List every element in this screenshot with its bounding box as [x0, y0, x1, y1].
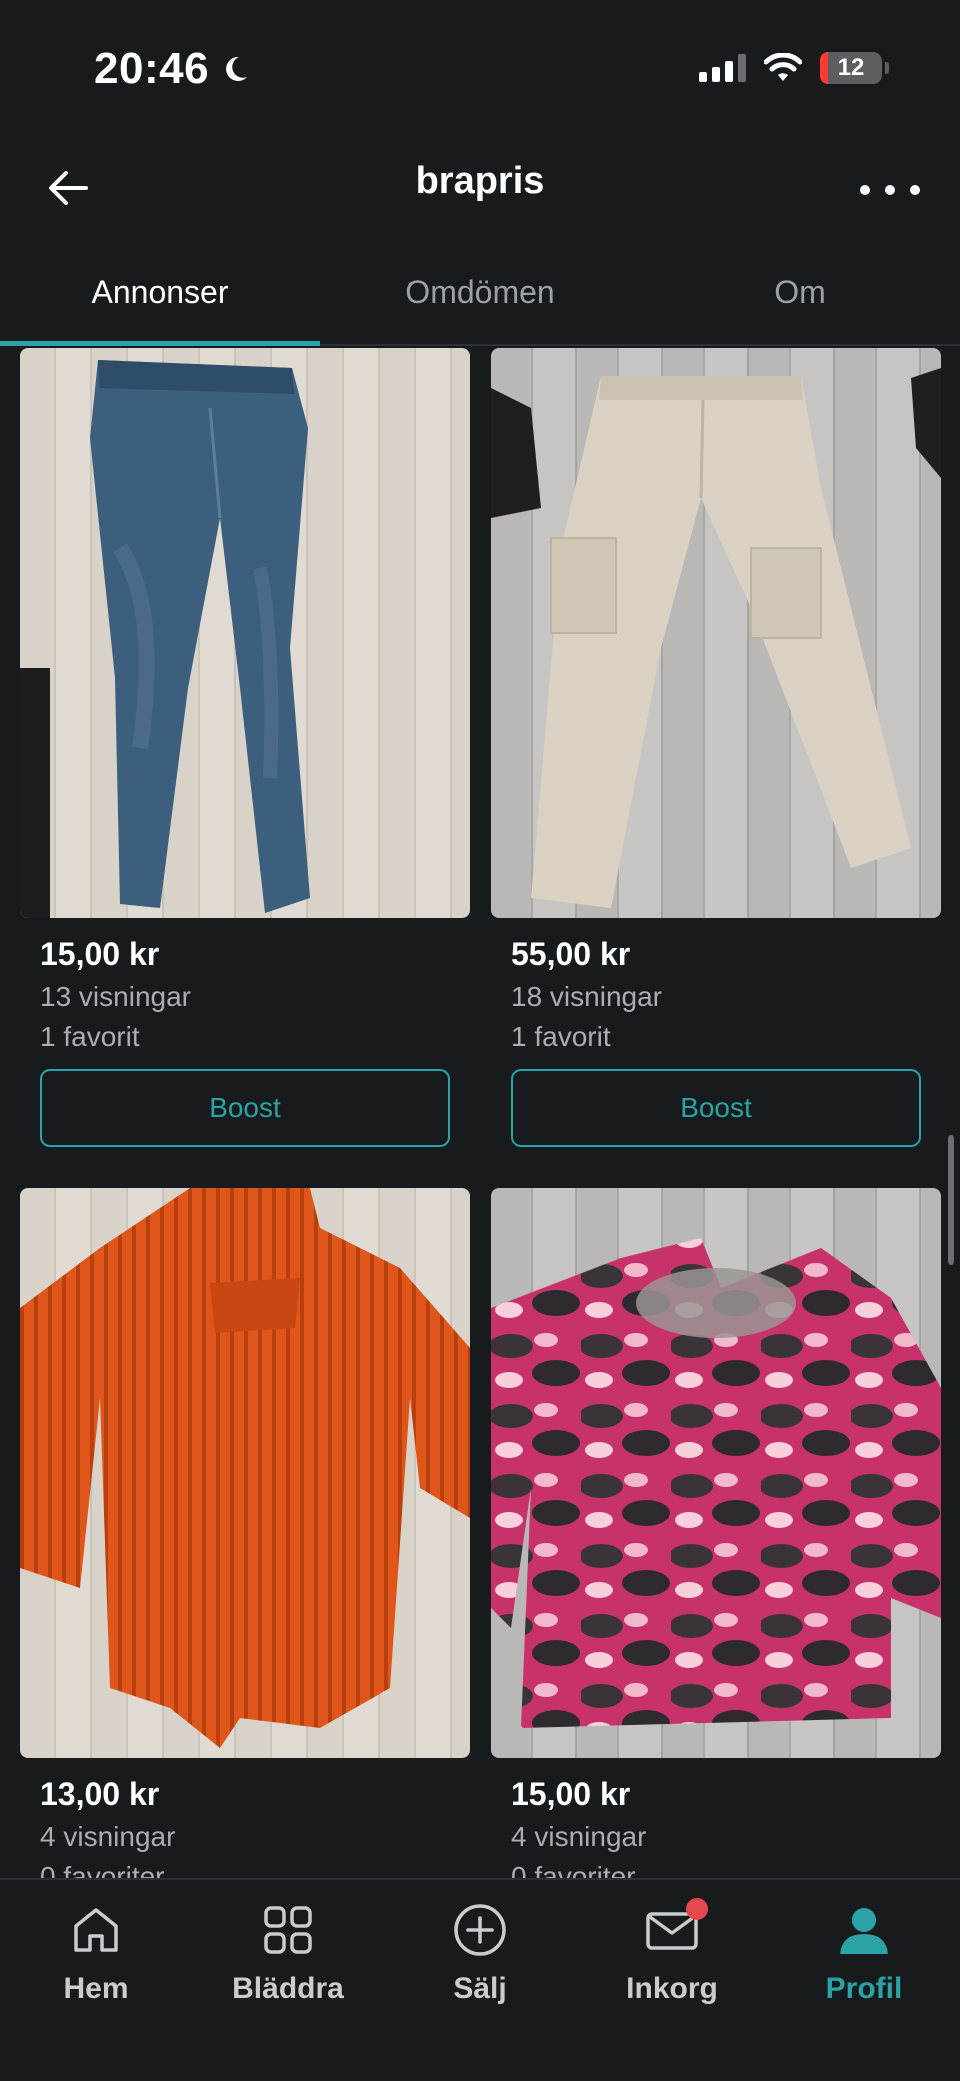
cargo-pants-image [491, 368, 941, 908]
nav-label: Bläddra [232, 1972, 344, 2005]
listing-views: 4 visningar [40, 1821, 176, 1852]
battery-indicator: 12 [820, 52, 889, 84]
boost-button[interactable]: Boost [511, 1069, 921, 1147]
listing-views: 13 visningar [40, 981, 191, 1012]
clock-time: 20:46 [94, 44, 210, 93]
listing-price: 15,00 kr [40, 936, 160, 972]
header: brapris [0, 140, 960, 250]
cellular-signal-icon [699, 54, 746, 82]
boost-button[interactable]: Boost [40, 1069, 450, 1147]
listing-favorites: 0 favoriter [40, 1861, 165, 1878]
tab-annonser[interactable]: Annonser [0, 258, 320, 346]
listing-photo-pink-print-top[interactable] [491, 1188, 941, 1758]
more-options-icon[interactable] [860, 170, 920, 210]
plus-circle-icon [454, 1904, 506, 1956]
notification-badge [686, 1898, 708, 1920]
bottom-navigation: Hem Bläddra Sälj Inkorg Profil [0, 1878, 960, 2081]
listing-price: 13,00 kr [40, 1776, 160, 1812]
listing-grid: 15,00 kr 13 visningar 1 favorit Boost 55… [0, 348, 960, 1878]
moon-icon [226, 56, 248, 81]
nav-label: Inkorg [626, 1972, 718, 2005]
person-icon [840, 1908, 888, 1954]
listing-views: 4 visningar [511, 1821, 647, 1852]
clock: 20:46 [94, 44, 251, 94]
pink-print-top-image [491, 1238, 941, 1728]
listing-card[interactable]: 15,00 kr 13 visningar 1 favorit Boost [20, 348, 470, 1147]
nav-label: Sälj [453, 1972, 507, 2005]
battery-level: 12 [837, 54, 865, 81]
listing-favorites: 0 favoriter [511, 1861, 636, 1878]
listing-price: 15,00 kr [511, 1776, 631, 1812]
listing-views: 18 visningar [511, 981, 662, 1012]
grid-icon [264, 1906, 312, 1954]
jeans-image [20, 360, 310, 918]
listing-card[interactable]: 13,00 kr 4 visningar 0 favoriter [20, 1188, 470, 1878]
listing-card[interactable]: 15,00 kr 4 visningar 0 favoriter [491, 1188, 941, 1878]
home-icon [74, 1908, 118, 1952]
listing-favorites: 1 favorit [40, 1021, 140, 1052]
page-title: brapris [415, 160, 545, 202]
nav-item-salj[interactable]: Sälj [384, 1880, 576, 2081]
status-bar: 20:46 12 [0, 0, 960, 140]
nav-item-profil[interactable]: Profil [768, 1880, 960, 2081]
listing-price: 55,00 kr [511, 936, 631, 972]
tab-om[interactable]: Om [640, 258, 960, 344]
listing-photo-cargo-pants[interactable] [491, 348, 941, 918]
nav-label: Profil [825, 1972, 903, 2005]
nav-item-inkorg[interactable]: Inkorg [576, 1880, 768, 2081]
listing-favorites: 1 favorit [511, 1021, 611, 1052]
listing-card[interactable]: 55,00 kr 18 visningar 1 favorit Boost [491, 348, 941, 1147]
orange-knit-top-image [20, 1188, 470, 1748]
tab-omdomen[interactable]: Omdömen [320, 258, 640, 344]
wifi-icon [764, 53, 802, 81]
listing-photo-jeans[interactable] [20, 348, 470, 918]
profile-tabs: Annonser Omdömen Om [0, 258, 960, 346]
listing-photo-orange-knit-top[interactable] [20, 1188, 470, 1758]
nav-label: Hem [63, 1972, 129, 2005]
scroll-indicator[interactable] [948, 1135, 954, 1265]
nav-item-bladdra[interactable]: Bläddra [192, 1880, 384, 2081]
nav-item-hem[interactable]: Hem [0, 1880, 192, 2081]
